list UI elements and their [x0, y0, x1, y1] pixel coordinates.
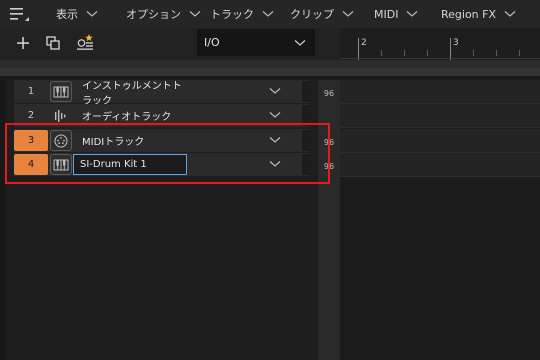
timeline-ruler[interactable]: 2 3 [340, 28, 540, 60]
chevron-down-icon [504, 11, 516, 17]
menu-region-fx[interactable]: Region FX [441, 0, 516, 28]
ruler-bar-number: 3 [453, 38, 459, 48]
add-track-button[interactable] [10, 28, 36, 58]
ruler-tick [404, 50, 405, 56]
menu-options-label: オプション [126, 8, 181, 21]
menu-region-fx-label: Region FX [441, 7, 497, 21]
duplicate-icon [46, 36, 60, 50]
ruler-tick [358, 38, 359, 60]
ruler-bar-number: 2 [361, 38, 367, 48]
track-lane[interactable] [340, 129, 540, 153]
ruler-tick [473, 50, 474, 56]
menu-clip[interactable]: クリップ [290, 0, 354, 28]
chevron-down-icon [262, 11, 274, 17]
menu-view-label: 表示 [56, 8, 78, 21]
chevron-down-icon[interactable] [269, 87, 281, 95]
track-lane[interactable] [340, 80, 540, 104]
piano-keyboard-icon [50, 81, 72, 102]
track-row[interactable]: 1 インストゥルメントトラック [6, 80, 318, 107]
menu-view[interactable]: 表示 [56, 0, 98, 28]
arrange-area[interactable] [340, 80, 540, 360]
track-filter-icon [77, 34, 93, 50]
track-lane[interactable] [340, 104, 540, 128]
header-divider [0, 60, 540, 68]
ruler-tick [519, 50, 520, 56]
menu-options[interactable]: オプション [126, 0, 201, 28]
ruler-tick [427, 50, 428, 56]
track-view-options-button[interactable] [72, 28, 98, 58]
io-dropdown-label: I/O [204, 36, 220, 49]
chevron-down-icon [407, 11, 418, 17]
header-divider [0, 68, 540, 76]
plus-icon [17, 37, 29, 49]
chevron-down-icon [86, 11, 98, 17]
ruler-tick [496, 50, 497, 56]
track-number[interactable]: 1 [14, 81, 48, 102]
hamburger-menu-icon[interactable] [8, 5, 32, 23]
ruler-baseline [340, 58, 540, 59]
ruler-tick [381, 50, 382, 56]
track-name-field[interactable]: インストゥルメントトラック [76, 81, 184, 107]
menu-track[interactable]: トラック [210, 0, 274, 28]
track-lane[interactable] [340, 153, 540, 177]
menu-track-label: トラック [210, 8, 254, 21]
chevron-down-icon [342, 11, 354, 17]
menu-midi[interactable]: MIDI [374, 0, 418, 28]
selection-highlight-box [5, 123, 330, 184]
menu-clip-label: クリップ [290, 8, 334, 21]
duplicate-track-button[interactable] [40, 28, 66, 58]
meter-column: 96 96 96 [318, 80, 340, 360]
chevron-down-icon [189, 11, 201, 17]
track-end-cap [302, 81, 310, 102]
track-meter-value: 96 [323, 89, 335, 98]
track-list: 1 インストゥルメントトラック 2 オーディオトラック 3 MIDIトラック 4… [0, 80, 340, 360]
ruler-tick [450, 38, 451, 60]
chevron-down-icon[interactable] [269, 111, 281, 119]
menu-midi-label: MIDI [374, 7, 399, 21]
chevron-down-icon [294, 40, 306, 46]
io-dropdown[interactable]: I/O [197, 29, 315, 56]
menu-bar: 表示 オプション トラック クリップ MIDI Region FX [0, 0, 540, 28]
